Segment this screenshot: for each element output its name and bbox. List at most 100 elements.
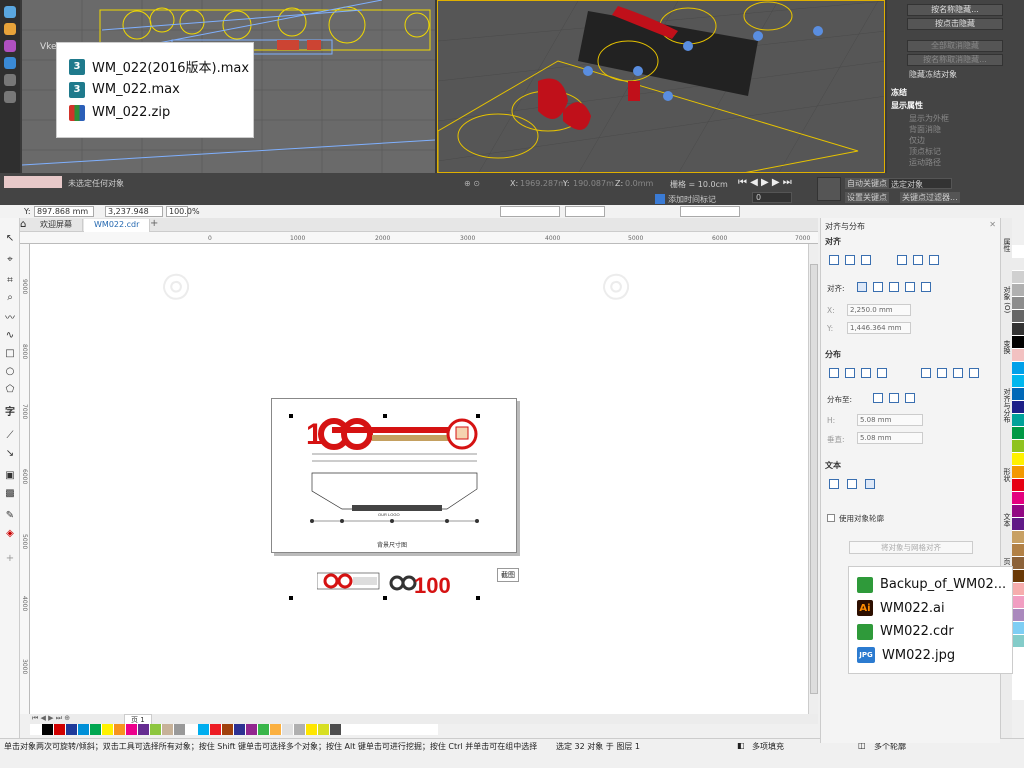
palette-swatch[interactable] <box>1012 505 1024 518</box>
palette-swatch[interactable] <box>234 724 246 735</box>
palette-swatch[interactable] <box>30 724 42 735</box>
palette-swatch[interactable] <box>222 724 234 735</box>
distribute-center-v-icon[interactable] <box>937 368 947 378</box>
display-props-section[interactable]: 显示属性 <box>891 100 923 111</box>
palette-swatch[interactable] <box>282 724 294 735</box>
distribute-selection-icon[interactable] <box>873 393 883 403</box>
align-top-icon[interactable] <box>897 255 907 265</box>
align-x-field[interactable]: 2,250.0 mm <box>847 304 911 316</box>
palette-swatch[interactable] <box>42 724 54 735</box>
lock-icon[interactable]: ⊕ ⊙ <box>464 179 480 188</box>
maxscript-listener[interactable] <box>4 176 62 188</box>
align-page-center-icon[interactable] <box>889 282 899 292</box>
transparency-tool-icon[interactable]: ▩ <box>4 488 16 500</box>
artistic-media-icon[interactable]: ∿ <box>4 330 16 342</box>
ellipse-tool-icon[interactable]: ○ <box>4 366 16 378</box>
rectangle-tool-icon[interactable]: □ <box>4 348 16 360</box>
palette-swatch[interactable] <box>366 724 378 735</box>
shadow-tool-icon[interactable]: ▣ <box>4 470 16 482</box>
palette-swatch[interactable] <box>1012 375 1024 388</box>
playback-controls[interactable]: ⏮ ◀ ▶ ▶ ⏭ <box>738 177 792 188</box>
palette-swatch[interactable] <box>414 724 426 735</box>
align-left-icon[interactable] <box>829 255 839 265</box>
vtab-align-distribute[interactable]: 对齐与分布 <box>1002 388 1012 423</box>
tab-document[interactable]: WM022.cdr <box>84 219 151 232</box>
file-item[interactable]: Backup_of_WM02... <box>849 573 1012 597</box>
distribute-top-icon[interactable] <box>921 368 931 378</box>
help-icon[interactable] <box>4 91 16 103</box>
palette-swatch[interactable] <box>1012 453 1024 466</box>
distribute-left-icon[interactable] <box>829 368 839 378</box>
palette-swatch[interactable] <box>1012 479 1024 492</box>
palette-swatch[interactable] <box>90 724 102 735</box>
fill-tool-icon[interactable]: ◈ <box>4 528 16 540</box>
distribute-page-icon[interactable] <box>889 393 899 403</box>
palette-swatch[interactable] <box>1012 648 1024 661</box>
propbar-field[interactable] <box>680 206 740 217</box>
palette-swatch[interactable] <box>162 724 174 735</box>
vtab-transform[interactable]: 变换 <box>1002 340 1012 354</box>
palette-swatch[interactable] <box>198 724 210 735</box>
viewport-perspective[interactable] <box>437 0 885 173</box>
x-value[interactable]: 1969.287m <box>520 179 566 188</box>
palette-swatch[interactable] <box>1012 466 1024 479</box>
align-right-icon[interactable] <box>861 255 871 265</box>
align-grid-icon[interactable] <box>905 282 915 292</box>
palette-swatch[interactable] <box>390 724 402 735</box>
scale-field[interactable]: 100.0 <box>166 206 192 217</box>
align-point-icon[interactable] <box>921 282 931 292</box>
palette-swatch[interactable] <box>1012 440 1024 453</box>
text-tool-icon[interactable]: 字 <box>4 407 16 419</box>
distribute-spacing-v-icon[interactable] <box>953 368 963 378</box>
palette-swatch[interactable] <box>126 724 138 735</box>
distribute-h-field[interactable]: 5.08 mm <box>857 414 923 426</box>
palette-swatch[interactable] <box>102 724 114 735</box>
palette-swatch[interactable] <box>1012 661 1024 674</box>
vtab-objects[interactable]: 对象 (O) <box>1002 286 1012 313</box>
palette-swatch[interactable] <box>1012 622 1024 635</box>
palette-swatch[interactable] <box>294 724 306 735</box>
palette-swatch[interactable] <box>402 724 414 735</box>
eyedropper-tool-icon[interactable]: ✎ <box>4 510 16 522</box>
palette-swatch[interactable] <box>1012 349 1024 362</box>
file-item[interactable]: 3 WM_022.max <box>57 78 253 101</box>
file-item[interactable]: WM_022.zip <box>57 101 253 124</box>
y-value[interactable]: 190.087m <box>573 179 614 188</box>
hide-frozen-checkbox[interactable]: 隐藏冻结对象 <box>909 69 957 80</box>
palette-swatch[interactable] <box>426 724 438 735</box>
display-item[interactable]: 显示为外框 <box>909 113 949 124</box>
distribute-right-icon[interactable] <box>877 368 887 378</box>
text-bounding-box-icon[interactable] <box>865 479 875 489</box>
dimension-tool-icon[interactable]: ⟋ <box>4 430 16 442</box>
use-outline-checkbox[interactable] <box>827 514 835 522</box>
distribute-bottom-icon[interactable] <box>969 368 979 378</box>
file-item[interactable]: JPG WM022.jpg <box>849 644 1012 668</box>
shape-tool-icon[interactable]: ⌖ <box>4 254 16 266</box>
home-icon[interactable]: ⌂ <box>20 219 26 230</box>
selection-handle[interactable] <box>476 596 480 600</box>
align-active-objects-icon[interactable] <box>857 282 867 292</box>
palette-swatch[interactable] <box>1012 336 1024 349</box>
palette-swatch[interactable] <box>174 724 186 735</box>
drawing-canvas[interactable]: 1 OUR LOGO 背景尺寸图 100 截图 <box>30 244 808 714</box>
shape-icon[interactable] <box>4 6 16 18</box>
palette-swatch[interactable] <box>378 724 390 735</box>
connector-tool-icon[interactable]: ↘ <box>4 448 16 460</box>
text-first-baseline-icon[interactable] <box>829 479 839 489</box>
palette-swatch[interactable] <box>54 724 66 735</box>
system-icon[interactable] <box>4 74 16 86</box>
z-value[interactable]: 0.0mm <box>625 179 653 188</box>
display-item[interactable]: 运动路径 <box>909 157 941 168</box>
freeze-section[interactable]: 冻结 <box>891 87 907 98</box>
palette-swatch[interactable] <box>1012 401 1024 414</box>
display-item[interactable]: 仅边 <box>909 135 925 146</box>
crop-tool-icon[interactable]: ⌗ <box>4 275 16 287</box>
palette-swatch[interactable] <box>1012 245 1024 258</box>
polygon-tool-icon[interactable]: ⬠ <box>4 384 16 396</box>
palette-swatch[interactable] <box>1012 570 1024 583</box>
palette-swatch[interactable] <box>1012 388 1024 401</box>
align-center-h-icon[interactable] <box>845 255 855 265</box>
helper-icon[interactable] <box>4 57 16 69</box>
drawing-page[interactable]: 1 OUR LOGO 背景尺寸图 <box>271 398 517 553</box>
key-icon[interactable] <box>817 177 841 201</box>
